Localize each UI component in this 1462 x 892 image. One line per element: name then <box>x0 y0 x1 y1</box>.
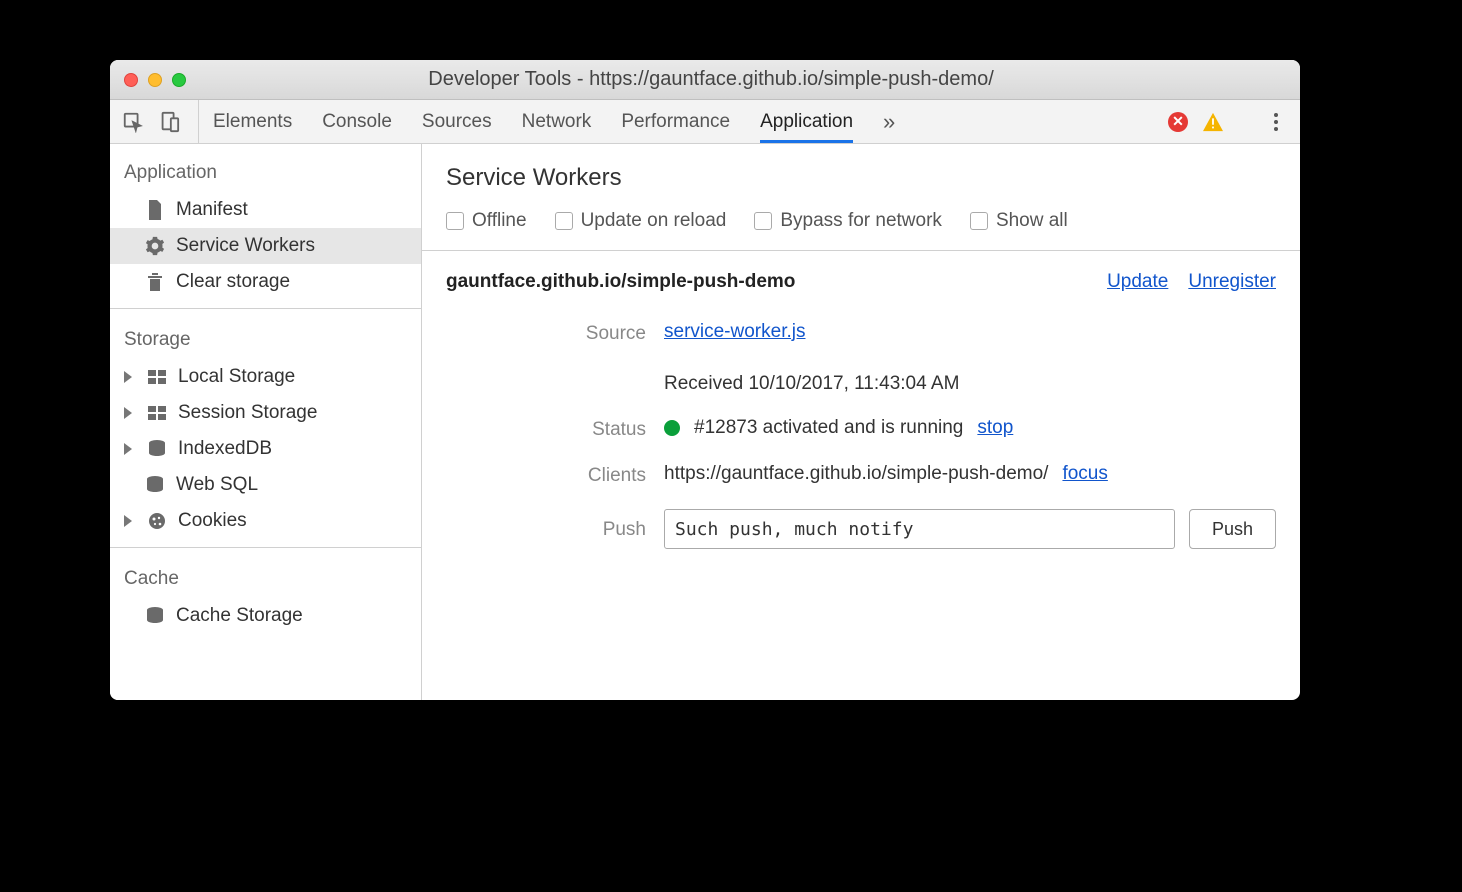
element-inspector-icon[interactable] <box>122 111 144 133</box>
unregister-link[interactable]: Unregister <box>1188 271 1276 293</box>
warning-badge-icon[interactable] <box>1202 112 1224 132</box>
sidebar-item-label: IndexedDB <box>178 438 272 460</box>
show-all-checkbox[interactable]: Show all <box>970 210 1068 232</box>
tab-elements[interactable]: Elements <box>213 100 292 143</box>
tab-network[interactable]: Network <box>522 100 592 143</box>
status-indicator-icon <box>664 420 680 436</box>
sw-scope-row: gauntface.github.io/simple-push-demo Upd… <box>446 271 1276 293</box>
sidebar-item-label: Cookies <box>178 510 247 532</box>
sidebar-item-service-workers[interactable]: Service Workers <box>110 228 421 264</box>
disclosure-triangle-icon[interactable] <box>124 443 136 455</box>
checkbox-icon <box>446 212 464 230</box>
sidebar-item-manifest[interactable]: Manifest <box>110 192 421 228</box>
disclosure-triangle-icon[interactable] <box>124 515 136 527</box>
push-button[interactable]: Push <box>1189 509 1276 549</box>
checkbox-icon <box>754 212 772 230</box>
devtools-window: Developer Tools - https://gauntface.gith… <box>110 60 1300 700</box>
sidebar-item-cookies[interactable]: Cookies <box>110 503 421 539</box>
clients-label: Clients <box>446 463 646 487</box>
source-link[interactable]: service-worker.js <box>664 321 805 343</box>
device-toolbar-icon[interactable] <box>158 111 180 133</box>
tabs-overflow-icon[interactable]: » <box>883 109 892 135</box>
content-panel: Service Workers Offline Update on reload… <box>422 144 1300 700</box>
checkbox-icon <box>970 212 988 230</box>
more-menu-icon[interactable] <box>1264 110 1288 134</box>
sidebar-item-label: Local Storage <box>178 366 295 388</box>
push-label: Push <box>446 509 646 541</box>
titlebar: Developer Tools - https://gauntface.gith… <box>110 60 1300 100</box>
table-icon <box>146 406 168 420</box>
checkbox-icon <box>555 212 573 230</box>
status-label: Status <box>446 417 646 441</box>
status-text: #12873 activated and is running <box>694 417 963 439</box>
tab-performance[interactable]: Performance <box>621 100 730 143</box>
bypass-for-network-checkbox[interactable]: Bypass for network <box>754 210 942 232</box>
sidebar-section-storage: Storage <box>110 317 421 359</box>
table-icon <box>146 370 168 384</box>
body: Application Manifest Service Workers Cle… <box>110 144 1300 700</box>
database-icon <box>144 476 166 494</box>
focus-link[interactable]: focus <box>1062 463 1107 485</box>
database-icon <box>146 440 168 458</box>
disclosure-triangle-icon[interactable] <box>124 371 136 383</box>
update-link[interactable]: Update <box>1107 271 1168 293</box>
window-minimize-button[interactable] <box>148 73 162 87</box>
database-icon <box>144 607 166 625</box>
update-on-reload-checkbox[interactable]: Update on reload <box>555 210 727 232</box>
cookie-icon <box>146 512 168 530</box>
offline-checkbox[interactable]: Offline <box>446 210 527 232</box>
sw-options-row: Offline Update on reload Bypass for netw… <box>446 210 1276 232</box>
disclosure-triangle-icon[interactable] <box>124 407 136 419</box>
push-input[interactable] <box>664 509 1175 549</box>
panel-tabs: Elements Console Sources Network Perform… <box>199 100 1156 143</box>
sidebar-item-label: Session Storage <box>178 402 317 424</box>
tabstrip: Elements Console Sources Network Perform… <box>110 100 1300 144</box>
tab-console[interactable]: Console <box>322 100 392 143</box>
sidebar-item-label: Clear storage <box>176 271 290 293</box>
sw-details: Source service-worker.js Received 10/10/… <box>446 321 1276 549</box>
error-badge-icon[interactable]: ✕ <box>1168 112 1188 132</box>
sidebar-item-clear-storage[interactable]: Clear storage <box>110 264 421 300</box>
page-title: Service Workers <box>446 164 1276 192</box>
sidebar-item-session-storage[interactable]: Session Storage <box>110 395 421 431</box>
trash-icon <box>144 272 166 292</box>
sidebar-item-label: Cache Storage <box>176 605 303 627</box>
client-url: https://gauntface.github.io/simple-push-… <box>664 463 1048 485</box>
traffic-lights <box>124 73 186 87</box>
sidebar-item-label: Service Workers <box>176 235 315 257</box>
sidebar-item-indexeddb[interactable]: IndexedDB <box>110 431 421 467</box>
sidebar-item-web-sql[interactable]: Web SQL <box>110 467 421 503</box>
divider <box>110 308 421 309</box>
sw-scope: gauntface.github.io/simple-push-demo <box>446 271 1107 293</box>
sidebar-item-label: Manifest <box>176 199 248 221</box>
divider <box>110 547 421 548</box>
window-title: Developer Tools - https://gauntface.gith… <box>186 68 1236 91</box>
sidebar-section-cache: Cache <box>110 556 421 598</box>
tab-application[interactable]: Application <box>760 100 853 143</box>
tab-sources[interactable]: Sources <box>422 100 492 143</box>
sidebar-section-application: Application <box>110 150 421 192</box>
source-label: Source <box>446 321 646 345</box>
received-text: Received 10/10/2017, 11:43:04 AM <box>664 373 959 395</box>
window-maximize-button[interactable] <box>172 73 186 87</box>
sidebar-item-cache-storage[interactable]: Cache Storage <box>110 598 421 634</box>
stop-link[interactable]: stop <box>977 417 1013 439</box>
gear-icon <box>144 236 166 256</box>
document-icon <box>144 200 166 220</box>
divider <box>422 250 1300 251</box>
window-close-button[interactable] <box>124 73 138 87</box>
sidebar-item-label: Web SQL <box>176 474 258 496</box>
sidebar: Application Manifest Service Workers Cle… <box>110 144 422 700</box>
sidebar-item-local-storage[interactable]: Local Storage <box>110 359 421 395</box>
